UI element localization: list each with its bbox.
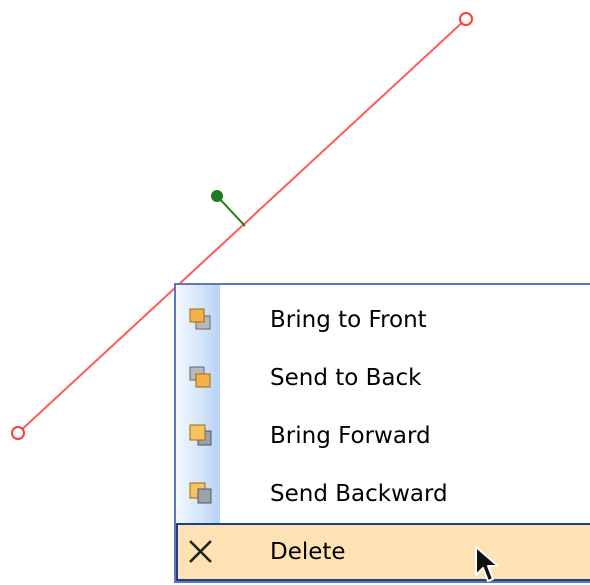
bring-to-front-icon: [189, 308, 211, 330]
rotation-handle-stem: [216, 195, 246, 227]
delete-icon: [189, 540, 212, 563]
send-to-back-icon: [189, 366, 211, 388]
menu-item-label: Bring Forward: [270, 423, 431, 449]
menu-item-send-to-back[interactable]: Send to Back: [176, 349, 590, 407]
menu-item-send-backward[interactable]: Send Backward: [176, 465, 590, 523]
send-backward-icon: [189, 482, 212, 504]
menu-item-label: Bring to Front: [270, 307, 427, 333]
menu-item-bring-forward[interactable]: Bring Forward: [176, 407, 590, 465]
mouse-pointer-icon: [475, 546, 499, 582]
bring-forward-icon: [189, 424, 212, 446]
menu-item-label: Send to Back: [270, 365, 422, 391]
menu-item-delete[interactable]: Delete: [176, 523, 590, 581]
menu-item-label: Send Backward: [270, 481, 448, 507]
menu-item-bring-to-front[interactable]: Bring to Front: [176, 291, 590, 349]
menu-item-label: Delete: [270, 539, 346, 565]
rotation-handle[interactable]: [211, 190, 223, 202]
endpoint-handle-bottom[interactable]: [11, 426, 25, 440]
context-menu: Bring to Front Send to Back Bring Forwar…: [174, 283, 590, 583]
endpoint-handle-top[interactable]: [459, 12, 473, 26]
